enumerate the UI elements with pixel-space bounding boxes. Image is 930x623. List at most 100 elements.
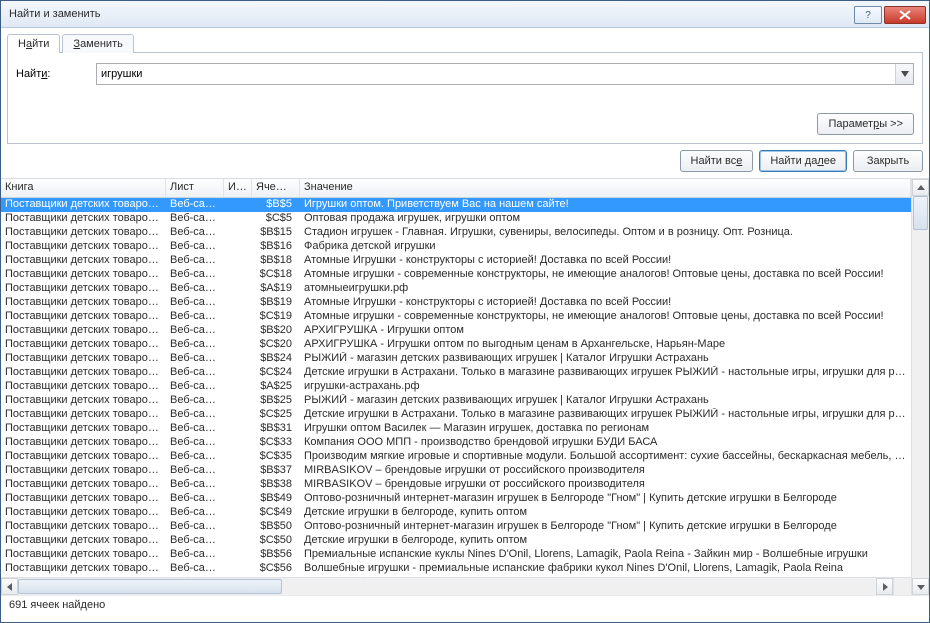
table-row[interactable]: Поставщики детских товаров.xlsxВеб-сайты… — [1, 450, 911, 464]
find-dropdown-button[interactable] — [895, 64, 913, 84]
cell-value: РЫЖИЙ - магазин детских развивающих игру… — [300, 394, 911, 408]
table-row[interactable]: Поставщики детских товаров.xlsxВеб-сайты… — [1, 422, 911, 436]
cell-ref: $B$15 — [252, 226, 300, 240]
cell-name — [224, 198, 252, 212]
table-row[interactable]: Поставщики детских товаров.xlsxВеб-сайты… — [1, 394, 911, 408]
cell-ref: $C$50 — [252, 534, 300, 548]
cell-sheet: Веб-сайты — [166, 464, 224, 478]
table-row[interactable]: Поставщики детских товаров.xlsxВеб-сайты… — [1, 436, 911, 450]
table-row[interactable]: Поставщики детских товаров.xlsxВеб-сайты… — [1, 366, 911, 380]
table-row[interactable]: Поставщики детских товаров.xlsxВеб-сайты… — [1, 506, 911, 520]
column-header-sheet[interactable]: Лист — [166, 179, 224, 197]
cell-name — [224, 422, 252, 436]
vertical-scroll-thumb[interactable] — [913, 196, 928, 230]
cell-value: Оптовая продажа игрушек, игрушки оптом — [300, 212, 911, 226]
table-row[interactable]: Поставщики детских товаров.xlsxВеб-сайты… — [1, 310, 911, 324]
column-header-value[interactable]: Значение — [300, 179, 911, 197]
scroll-down-button[interactable] — [912, 578, 929, 595]
table-row[interactable]: Поставщики детских товаров.xlsxВеб-сайты… — [1, 492, 911, 506]
cell-book: Поставщики детских товаров.xlsx — [1, 422, 166, 436]
table-row[interactable]: Поставщики детских товаров.xlsxВеб-сайты… — [1, 534, 911, 548]
scroll-up-button[interactable] — [912, 179, 929, 196]
table-row[interactable]: Поставщики детских товаров.xlsxВеб-сайты… — [1, 226, 911, 240]
cell-book: Поставщики детских товаров.xlsx — [1, 548, 166, 562]
cell-name — [224, 324, 252, 338]
table-row[interactable]: Поставщики детских товаров.xlsxВеб-сайты… — [1, 324, 911, 338]
cell-sheet: Веб-сайты — [166, 422, 224, 436]
find-input[interactable] — [97, 64, 895, 84]
table-row[interactable]: Поставщики детских товаров.xlsxВеб-сайты… — [1, 352, 911, 366]
find-label: Найти: — [16, 68, 96, 80]
cell-name — [224, 380, 252, 394]
cell-value: РЫЖИЙ - магазин детских развивающих игру… — [300, 352, 911, 366]
cell-name — [224, 562, 252, 576]
cell-name — [224, 366, 252, 380]
cell-name — [224, 254, 252, 268]
scroll-left-button[interactable] — [1, 578, 18, 595]
options-button[interactable]: Параметры >> — [817, 113, 914, 135]
cell-ref: $C$56 — [252, 562, 300, 576]
horizontal-scroll-thumb[interactable] — [18, 579, 282, 594]
window-title: Найти и заменить — [9, 8, 852, 20]
table-row[interactable]: Поставщики детских товаров.xlsxВеб-сайты… — [1, 282, 911, 296]
tab-replace[interactable]: Заменить — [62, 34, 133, 53]
cell-sheet: Веб-сайты — [166, 520, 224, 534]
column-header-book[interactable]: Книга — [1, 179, 166, 197]
table-row[interactable]: Поставщики детских товаров.xlsxВеб-сайты… — [1, 548, 911, 562]
cell-book: Поставщики детских товаров.xlsx — [1, 506, 166, 520]
table-row[interactable]: Поставщики детских товаров.xlsxВеб-сайты… — [1, 562, 911, 576]
cell-sheet: Веб-сайты — [166, 310, 224, 324]
table-row[interactable]: Поставщики детских товаров.xlsxВеб-сайты… — [1, 464, 911, 478]
triangle-left-icon — [6, 583, 14, 591]
cell-book: Поставщики детских товаров.xlsx — [1, 240, 166, 254]
cell-ref: $B$49 — [252, 492, 300, 506]
tab-find[interactable]: Найти — [7, 34, 60, 53]
column-header-name[interactable]: Имя — [224, 179, 252, 197]
cell-ref: $B$20 — [252, 324, 300, 338]
table-row[interactable]: Поставщики детских товаров.xlsxВеб-сайты… — [1, 478, 911, 492]
cell-sheet: Веб-сайты — [166, 380, 224, 394]
find-input-combo[interactable] — [96, 63, 914, 85]
cell-value: Компания ООО МПП - производство брендово… — [300, 436, 911, 450]
cell-book: Поставщики детских товаров.xlsx — [1, 562, 166, 576]
table-row[interactable]: Поставщики детских товаров.xlsxВеб-сайты… — [1, 268, 911, 282]
cell-sheet: Веб-сайты — [166, 282, 224, 296]
cell-ref: $B$31 — [252, 422, 300, 436]
cell-name — [224, 282, 252, 296]
cell-name — [224, 394, 252, 408]
cell-ref: $A$19 — [252, 282, 300, 296]
scroll-right-button[interactable] — [876, 578, 893, 595]
results-header: Книга Лист Имя Ячейка Значение — [1, 179, 911, 198]
cell-value: MIRBASIKOV – брендовые игрушки от россий… — [300, 464, 911, 478]
table-row[interactable]: Поставщики детских товаров.xlsxВеб-сайты… — [1, 520, 911, 534]
cell-ref: $C$24 — [252, 366, 300, 380]
cell-book: Поставщики детских товаров.xlsx — [1, 296, 166, 310]
cell-book: Поставщики детских товаров.xlsx — [1, 282, 166, 296]
close-button[interactable]: Закрыть — [853, 150, 923, 172]
triangle-right-icon — [881, 583, 889, 591]
table-row[interactable]: Поставщики детских товаров.xlsxВеб-сайты… — [1, 408, 911, 422]
cell-book: Поставщики детских товаров.xlsx — [1, 534, 166, 548]
cell-name — [224, 492, 252, 506]
table-row[interactable]: Поставщики детских товаров.xlsxВеб-сайты… — [1, 198, 911, 212]
table-row[interactable]: Поставщики детских товаров.xlsxВеб-сайты… — [1, 338, 911, 352]
cell-ref: $A$25 — [252, 380, 300, 394]
close-window-button[interactable] — [884, 6, 926, 24]
table-row[interactable]: Поставщики детских товаров.xlsxВеб-сайты… — [1, 296, 911, 310]
horizontal-scrollbar[interactable] — [1, 577, 911, 595]
table-row[interactable]: Поставщики детских товаров.xlsxВеб-сайты… — [1, 240, 911, 254]
cell-ref: $C$25 — [252, 408, 300, 422]
table-row[interactable]: Поставщики детских товаров.xlsxВеб-сайты… — [1, 212, 911, 226]
find-all-button[interactable]: Найти все — [680, 150, 754, 172]
table-row[interactable]: Поставщики детских товаров.xlsxВеб-сайты… — [1, 254, 911, 268]
vertical-scrollbar[interactable] — [911, 179, 929, 595]
column-header-cell[interactable]: Ячейка — [252, 179, 300, 197]
find-next-button[interactable]: Найти далее — [759, 150, 847, 172]
cell-ref: $B$25 — [252, 394, 300, 408]
cell-ref: $B$18 — [252, 254, 300, 268]
cell-value: Производим мягкие игровые и спортивные м… — [300, 450, 911, 464]
table-row[interactable]: Поставщики детских товаров.xlsxВеб-сайты… — [1, 380, 911, 394]
cell-sheet: Веб-сайты — [166, 492, 224, 506]
help-button[interactable]: ? — [854, 6, 882, 24]
status-bar: 691 ячеек найдено — [1, 595, 929, 622]
